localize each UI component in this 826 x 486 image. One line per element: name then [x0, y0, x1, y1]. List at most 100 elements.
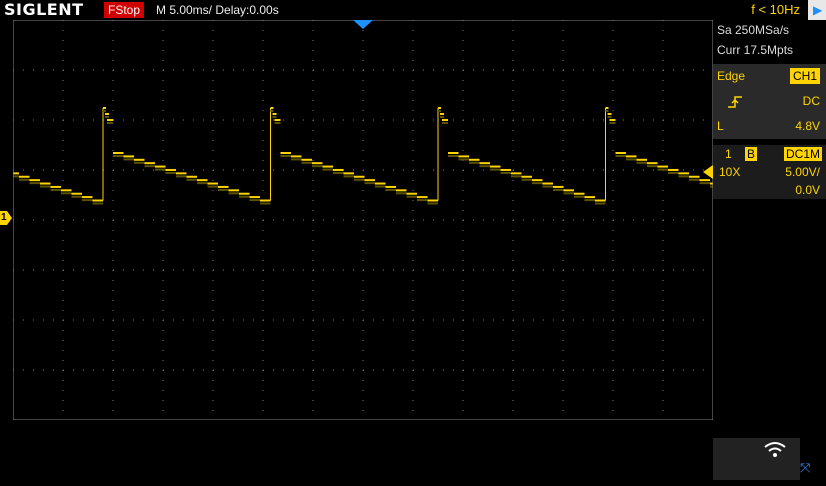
trace-step — [657, 165, 668, 168]
frequency-readout: f < 10Hz — [751, 2, 800, 17]
trace-step — [553, 185, 564, 188]
trace-step-shadow — [19, 178, 30, 181]
trace-step — [479, 162, 490, 165]
trace-step-shadow — [249, 199, 260, 202]
trace-step-shadow — [301, 161, 312, 164]
trace-step-shadow — [207, 185, 218, 188]
trace-step — [689, 175, 700, 178]
right-info-panel: Sa 250MSa/s Curr 17.5Mpts Edge CH1 DC L … — [713, 20, 826, 199]
trace-step-shadow — [13, 175, 19, 178]
trace-step-shadow — [61, 192, 72, 195]
trace-step-shadow — [82, 199, 93, 202]
trace-step-shadow — [272, 116, 277, 118]
trace-step-shadow — [542, 185, 553, 188]
trace-step — [50, 185, 61, 188]
trace-step — [636, 158, 647, 161]
trace-step-shadow — [322, 168, 333, 171]
trace-step — [500, 168, 511, 171]
trace-step-shadow — [105, 116, 109, 118]
trace-step — [291, 155, 302, 158]
trigger-panel[interactable]: Edge CH1 DC L 4.8V — [713, 64, 826, 139]
trace-step — [186, 175, 197, 178]
trace-step — [333, 168, 344, 171]
trace-step — [270, 107, 274, 109]
trace-step — [218, 185, 229, 188]
trace-step-shadow — [609, 122, 616, 124]
trace-step — [427, 199, 438, 202]
trace-step — [417, 196, 428, 199]
trace-step — [274, 119, 281, 121]
trace-step-shadow — [574, 195, 585, 198]
trace-step-shadow — [29, 182, 40, 185]
trace-step-shadow — [607, 116, 612, 118]
trace-step — [574, 192, 585, 195]
trace-step — [71, 192, 82, 195]
trace-step-shadow — [563, 192, 574, 195]
trace-step-shadow — [448, 155, 459, 157]
trace-step — [197, 179, 208, 182]
trace-step-shadow — [103, 110, 106, 112]
network-status[interactable] — [713, 438, 800, 480]
trace-step — [155, 165, 166, 168]
trace-step — [609, 119, 616, 121]
right-arrow-icon: ▶ — [813, 3, 823, 17]
trace-step — [440, 113, 444, 115]
trace-step — [249, 196, 260, 199]
trace-step — [442, 119, 448, 121]
trace-step — [40, 182, 51, 185]
trace-step-shadow — [511, 175, 522, 178]
trace-step — [605, 107, 609, 109]
trace-step — [19, 175, 30, 178]
trace-step — [134, 158, 145, 161]
trace-step-shadow — [354, 178, 365, 181]
trace-step — [343, 172, 354, 175]
trigger-level-marker[interactable] — [703, 165, 713, 179]
trace-step — [322, 165, 333, 168]
trace-step-shadow — [375, 185, 386, 188]
sample-rate: Sa 250MSa/s — [717, 23, 790, 37]
wifi-icon — [764, 442, 786, 457]
trace-step — [532, 179, 543, 182]
trace-step-shadow — [636, 161, 647, 164]
trace-step-shadow — [615, 155, 626, 157]
trace-step-shadow — [260, 202, 271, 205]
timebase-readout[interactable]: M 5.00ms/ Delay:0.00s — [156, 2, 279, 18]
trace-step — [61, 189, 72, 192]
trigger-source[interactable]: CH1 — [789, 68, 820, 84]
trigger-level: 4.8V — [795, 119, 820, 133]
trace-step-shadow — [605, 110, 609, 112]
trace-step-shadow — [239, 195, 250, 198]
trace-step — [385, 185, 396, 188]
menu-toggle[interactable]: ▶ — [808, 0, 826, 20]
trace-step — [123, 155, 134, 158]
trace-step — [354, 175, 365, 178]
trigger-position-marker[interactable] — [353, 20, 373, 30]
trace-step-shadow — [176, 175, 187, 178]
trace-step — [105, 113, 109, 115]
channel1-panel[interactable]: 1 B DC1M 10X 5.00V/ 0.0V — [713, 145, 826, 199]
fullscreen-icon[interactable]: ⤧ — [800, 460, 810, 476]
trace-step — [438, 107, 441, 109]
channel1-ground-marker[interactable]: 1 — [0, 211, 12, 225]
trace-step-shadow — [270, 110, 274, 112]
trace-step — [396, 189, 407, 192]
trace-step — [107, 119, 113, 121]
trace-step — [542, 182, 553, 185]
trace-step-shadow — [500, 171, 511, 174]
trace-step — [668, 168, 679, 171]
trace-step — [699, 179, 710, 182]
trace-step — [228, 189, 239, 192]
trace-step — [364, 179, 375, 182]
top-status-bar: SIGLENT FStop M 5.00ms/ Delay:0.00s f < … — [0, 0, 826, 20]
trace-step — [312, 162, 323, 165]
run-state-badge[interactable]: FStop — [104, 2, 145, 18]
trace-step — [260, 199, 271, 202]
trace-step — [176, 172, 187, 175]
trace-step-shadow — [50, 188, 61, 191]
trace-step-shadow — [406, 195, 417, 198]
trace-step-shadow — [155, 168, 166, 171]
trace-step — [626, 155, 637, 158]
trace-step — [13, 172, 19, 175]
probe-ratio: 10X — [719, 165, 741, 179]
trace-step-shadow — [440, 116, 444, 118]
